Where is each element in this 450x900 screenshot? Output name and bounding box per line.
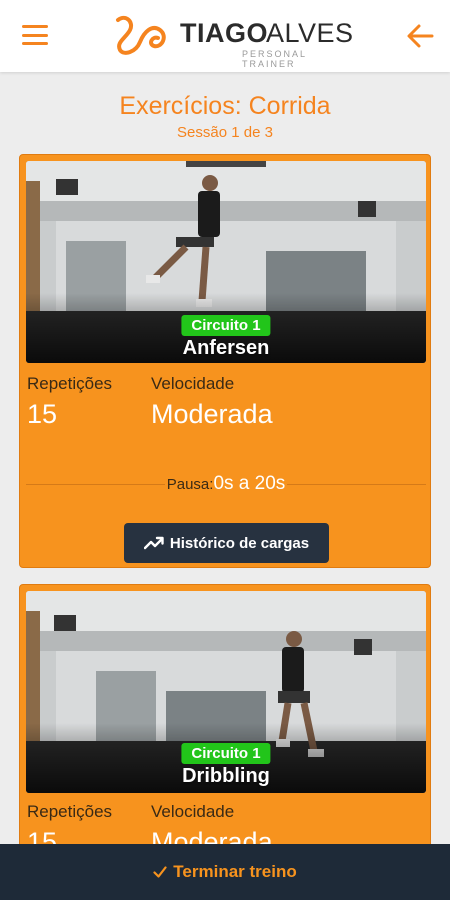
exercise-name: Anfersen <box>182 337 270 359</box>
brand-logo: TIAGO ALVES PERSONAL TRAINER <box>112 8 353 69</box>
repetitions-label: Repetições <box>27 374 113 393</box>
exercise-card: Circuito 1 Dribbling Repetições Velocida… <box>19 584 431 884</box>
speed-label: Velocidade <box>151 802 235 821</box>
speed-value: Moderada <box>151 399 273 429</box>
page-title: Exercícios: Corrida <box>119 92 331 120</box>
checkmark-icon <box>153 866 167 878</box>
hamburger-menu-icon[interactable] <box>22 25 48 45</box>
divider <box>26 483 165 485</box>
app-header: TIAGO ALVES PERSONAL TRAINER <box>0 0 450 72</box>
repetitions-label: Repetições <box>27 802 113 821</box>
load-history-button[interactable]: Histórico de cargas <box>124 523 329 563</box>
finish-workout-button[interactable]: Terminar treino <box>0 844 450 900</box>
brand-subtitle: PERSONAL TRAINER <box>242 49 307 69</box>
finish-workout-label: Terminar treino <box>173 862 297 881</box>
brand-last-name: ALVES <box>266 18 354 48</box>
repetitions-value: 15 <box>27 399 58 429</box>
arrow-left-icon[interactable] <box>404 20 436 52</box>
pause-label: Pausa: <box>166 476 214 493</box>
circuit-badge: Circuito 1 <box>181 743 271 764</box>
trending-up-icon <box>143 536 164 550</box>
pause-value: 0s a 20s <box>213 473 286 494</box>
logo-mark-icon <box>116 15 166 55</box>
exercise-card: Circuito 1 Anfersen Repetições Velocidad… <box>19 154 431 568</box>
exercise-name: Dribbling <box>182 765 270 787</box>
exercise-video[interactable]: Circuito 1 Dribbling <box>26 591 426 793</box>
circuit-badge: Circuito 1 <box>181 315 271 336</box>
divider <box>287 483 426 485</box>
speed-label: Velocidade <box>151 374 235 393</box>
exercise-video[interactable]: Circuito 1 Anfersen <box>26 161 426 363</box>
load-history-label: Histórico de cargas <box>169 534 310 552</box>
brand-first-name: TIAGO <box>180 18 268 48</box>
session-indicator: Sessão 1 de 3 <box>177 124 273 141</box>
pause-row: Pausa: 0s a 20s <box>26 473 426 495</box>
page-heading: Exercícios: Corrida Sessão 1 de 3 <box>0 90 450 141</box>
